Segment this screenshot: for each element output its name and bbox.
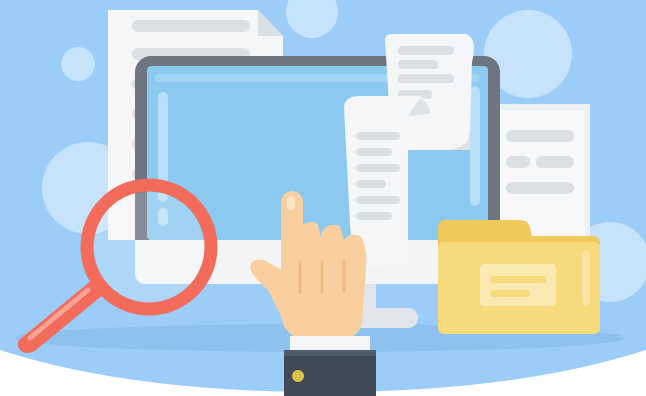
folder-icon [438, 220, 600, 334]
cuff [290, 336, 370, 350]
illustration-canvas [0, 0, 646, 396]
illustration-scene [0, 0, 646, 396]
sleeve-button [292, 370, 304, 382]
